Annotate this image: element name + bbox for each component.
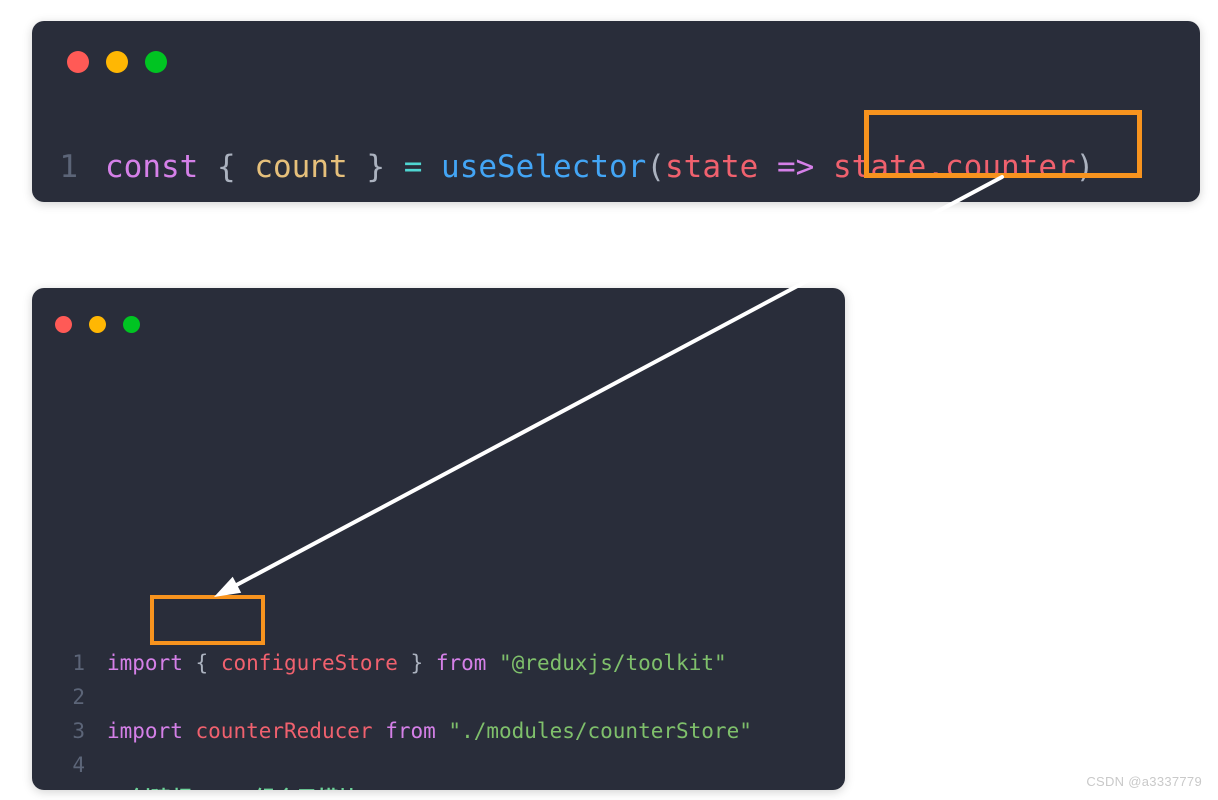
minimize-yellow-icon[interactable] [106, 51, 128, 73]
line-number: 4 [72, 753, 85, 777]
maximize-green-icon[interactable] [145, 51, 167, 73]
window-controls-top [67, 51, 167, 73]
minimize-yellow-icon[interactable] [89, 316, 106, 333]
token-keyword: from [385, 719, 436, 743]
window-controls-bottom [55, 316, 140, 333]
token-keyword: const [105, 149, 199, 185]
close-red-icon[interactable] [55, 316, 72, 333]
code-line: 4 [32, 748, 845, 782]
token-punct: } [366, 149, 386, 185]
token-keyword: import [107, 651, 183, 675]
token-string: "@reduxjs/toolkit" [499, 651, 727, 675]
token-fn: useSelector [441, 149, 647, 185]
token-punct: { [195, 651, 209, 675]
code-window-bottom: 1 import { configureStore } from "@reduxj… [32, 288, 845, 790]
line-number: 5 [32, 782, 85, 790]
line-number: 1 [59, 149, 78, 185]
token-keyword: import [107, 719, 183, 743]
token-param: state.counter [833, 149, 1076, 185]
token-punct: { [217, 149, 236, 185]
code-line: 2 [32, 680, 845, 714]
code-line-text[interactable]: const { count } = useSelector(state => s… [78, 139, 1094, 195]
token-arrow: => [777, 149, 815, 185]
code-window-top: 1 const { count } = useSelector(state => … [32, 21, 1200, 202]
token-op: = [403, 149, 423, 185]
token-param: state [665, 149, 759, 185]
code-area-top: 1 const { count } = useSelector(state => … [32, 139, 1200, 195]
code-line: 3 import counterReducer from "./modules/c… [32, 714, 845, 748]
line-number: 2 [72, 685, 85, 709]
code-line: 1 import { configureStore } from "@reduxj… [32, 646, 845, 680]
token-punct: } [410, 651, 424, 675]
code-line-text[interactable]: import { configureStore } from "@reduxjs… [85, 646, 727, 680]
token-var: count [254, 149, 348, 185]
token-comment: // 创建根store组合子模块 [107, 787, 359, 790]
code-line-text[interactable]: // 创建根store组合子模块 [85, 782, 359, 790]
code-line: 1 const { count } = useSelector(state => … [32, 139, 1200, 195]
token-string: "./modules/counterStore" [448, 719, 752, 743]
close-red-icon[interactable] [67, 51, 89, 73]
token-punct: ( [646, 149, 666, 185]
token-param: configureStore [220, 651, 398, 675]
code-line: 5 // 创建根store组合子模块 [32, 782, 845, 790]
line-number: 1 [72, 651, 85, 675]
line-number: 3 [72, 719, 85, 743]
watermark: CSDN @a3337779 [1086, 774, 1202, 789]
code-area-bottom: 1 import { configureStore } from "@reduxj… [32, 646, 845, 790]
code-line-text[interactable]: import counterReducer from "./modules/co… [85, 714, 752, 748]
maximize-green-icon[interactable] [123, 316, 140, 333]
token-keyword: from [435, 651, 487, 675]
token-punct: ) [1075, 149, 1095, 185]
token-param: counterReducer [195, 719, 373, 743]
